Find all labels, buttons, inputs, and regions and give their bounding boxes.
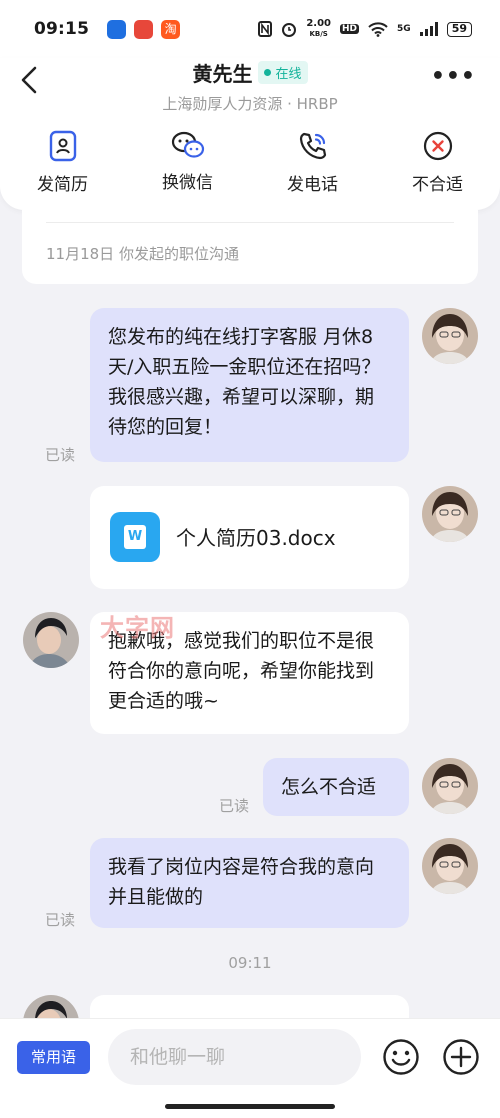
conversation-notice: 11月18日 你发起的职位沟通 (22, 210, 478, 284)
message-bubble-sent[interactable]: 您发布的纯在线打字客服 月休8天/入职五险一金职位还在招吗？我很感兴趣，希望可以… (90, 308, 409, 462)
action-label: 换微信 (162, 173, 213, 193)
my-avatar[interactable] (422, 486, 478, 542)
header-title: 黄先生 在线 上海勋厚人力资源 · HRBP (0, 58, 500, 114)
message-text: 怎么不合适 (281, 776, 377, 798)
action-label: 发简历 (37, 175, 88, 195)
file-name: 个人简历03.docx (176, 526, 336, 550)
alarm-icon (282, 23, 297, 37)
contact-name: 黄先生 (192, 62, 253, 86)
message-bubble-sent[interactable]: 怎么不合适 (263, 758, 409, 816)
read-receipt: 已读 (45, 446, 76, 464)
message-text: 我看了岗位内容是符合我的意向并且能做的 (108, 856, 375, 908)
send-resume-button[interactable]: 发简历 (0, 130, 125, 195)
online-dot-icon (264, 69, 272, 76)
message-bubble-received[interactable] (90, 995, 409, 1018)
more-options-button[interactable]: ••• (431, 64, 476, 89)
my-avatar[interactable] (422, 758, 478, 814)
file-message[interactable]: W 个人简历03.docx (90, 486, 409, 589)
contact-avatar[interactable] (23, 995, 79, 1018)
message-input[interactable] (108, 1029, 361, 1085)
online-status-badge: 在线 (258, 61, 308, 84)
message-text: 您发布的纯在线打字客服 月休8天/入职五险一金职位还在招吗？我很感兴趣，希望可以… (108, 326, 381, 438)
app-red-icon (134, 19, 154, 39)
status-time: 09:15 (34, 19, 90, 39)
signal-icon (419, 22, 438, 36)
reject-icon (423, 131, 452, 161)
message-bubble-sent[interactable]: 我看了岗位内容是符合我的意向并且能做的 (90, 838, 409, 928)
plus-icon (443, 1039, 479, 1075)
taobao-icon: 淘 (161, 19, 181, 39)
notice-text: 11月18日 你发起的职位沟通 (46, 245, 239, 263)
action-label: 不合适 (412, 175, 463, 195)
status-right: 2.00 KB/S HD 5G 59 (258, 19, 472, 39)
status-app-icons: 淘 (107, 19, 181, 39)
phone-icon (299, 132, 326, 160)
net-speed: 2.00 KB/S (306, 18, 332, 39)
watermark: 大字网 (100, 614, 175, 642)
read-receipt: 已读 (45, 911, 76, 929)
call-button[interactable]: 发电话 (250, 130, 375, 195)
chat-header: 黄先生 在线 上海勋厚人力资源 · HRBP ••• 发简历 换微信 发电话 不… (0, 58, 500, 210)
home-indicator[interactable] (165, 1104, 335, 1109)
time-divider: 09:11 (228, 954, 272, 972)
divider (46, 222, 454, 223)
app-blue-icon (107, 19, 127, 39)
hd-icon: HD (340, 24, 360, 34)
chat-area[interactable]: 11月18日 你发起的职位沟通 您发布的纯在线打字客服 月休8天/入职五险一金职… (0, 210, 500, 1018)
emoji-button[interactable] (382, 1038, 420, 1080)
wifi-icon (368, 21, 388, 37)
common-phrases-button[interactable]: 常用语 (17, 1041, 90, 1074)
nfc-icon (258, 21, 273, 37)
signal-label: 5G (397, 24, 411, 34)
more-attachments-button[interactable] (442, 1038, 480, 1080)
status-bar: 09:15 淘 2.00 KB/S HD 5G 59 (0, 0, 500, 58)
read-receipt: 已读 (219, 797, 250, 815)
exchange-wechat-button[interactable]: 换微信 (125, 130, 250, 195)
input-bar: 常用语 (0, 1018, 500, 1118)
emoji-icon (383, 1039, 419, 1075)
company-subtitle: 上海勋厚人力资源 · HRBP (162, 95, 338, 113)
not-suitable-button[interactable]: 不合适 (375, 130, 500, 195)
my-avatar[interactable] (422, 838, 478, 894)
battery-icon: 59 (446, 21, 472, 37)
quick-actions: 发简历 换微信 发电话 不合适 (0, 130, 500, 195)
action-label: 发电话 (287, 175, 338, 195)
wechat-icon (171, 131, 204, 158)
resume-icon (49, 130, 76, 162)
word-doc-icon: W (110, 512, 160, 562)
my-avatar[interactable] (422, 308, 478, 364)
contact-avatar[interactable] (23, 612, 79, 668)
